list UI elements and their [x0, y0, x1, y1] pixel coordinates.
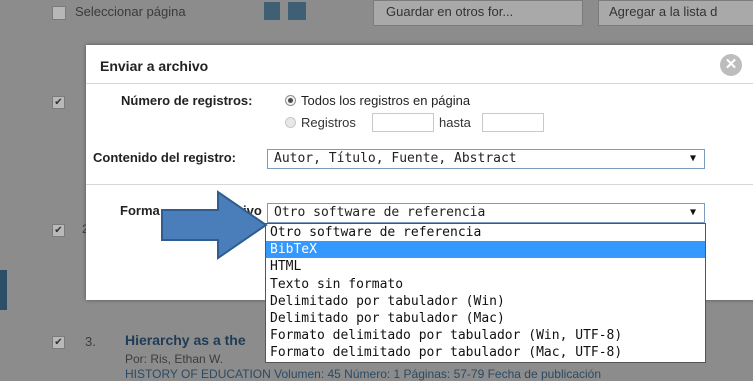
range-to-input[interactable]	[482, 113, 544, 132]
records-label: Número de registros:	[121, 93, 253, 108]
divider	[86, 184, 753, 185]
record-source[interactable]: HISTORY OF EDUCATION Volumen: 45 Número:…	[125, 367, 601, 381]
record-checkbox-3[interactable]: ✔	[52, 336, 65, 349]
record-number: 3.	[85, 334, 96, 349]
save-to-other-formats-button[interactable]: Guardar en otros for...	[373, 0, 583, 26]
radio-record-range[interactable]	[285, 117, 296, 128]
format-option[interactable]: Delimitado por tabulador (Mac)	[266, 310, 705, 327]
dropdown-arrow-icon: ▼	[689, 153, 696, 164]
format-option[interactable]: Formato delimitado por tabulador (Win, U…	[266, 327, 705, 344]
results-toolbar: Seleccionar página Guardar en otros for.…	[0, 0, 753, 30]
radio-all-records[interactable]	[285, 95, 296, 106]
range-from-input[interactable]	[372, 113, 434, 132]
print-icon[interactable]	[264, 2, 280, 20]
record-title-link[interactable]: Hierarchy as a the	[125, 332, 246, 348]
annotation-arrow-icon	[161, 190, 268, 260]
format-option[interactable]: HTML	[266, 258, 705, 275]
format-option-selected[interactable]: BibTeX	[266, 241, 705, 259]
format-option[interactable]: Delimitado por tabulador (Win)	[266, 293, 705, 310]
content-select[interactable]: Autor, Título, Fuente, Abstract ▼	[267, 149, 705, 169]
select-page-checkbox[interactable]	[52, 6, 66, 20]
content-select-value: Autor, Título, Fuente, Abstract	[274, 151, 517, 166]
content-label: Contenido del registro:	[93, 150, 236, 165]
format-dropdown-list[interactable]: Otro software de referencia BibTeX HTML …	[265, 223, 706, 363]
record-checkbox-1[interactable]: ✔	[52, 96, 65, 109]
select-page-label: Seleccionar página	[75, 4, 186, 19]
option-all-records: Todos los registros en página	[301, 93, 471, 108]
dropdown-arrow-icon: ▼	[689, 207, 696, 218]
format-select[interactable]: Otro software de referencia ▼	[267, 203, 705, 223]
format-option[interactable]: Texto sin formato	[266, 276, 705, 293]
range-to-label: hasta	[439, 115, 471, 130]
format-select-value: Otro software de referencia	[274, 205, 486, 220]
add-to-list-button[interactable]: Agregar a la lista d	[598, 0, 753, 26]
email-icon[interactable]	[288, 2, 306, 20]
option-record-range: Registros	[301, 115, 356, 130]
format-option[interactable]: Otro software de referencia	[266, 224, 705, 241]
dialog-title: Enviar a archivo	[100, 58, 209, 74]
close-icon[interactable]: ✕	[720, 54, 742, 76]
divider	[86, 83, 753, 84]
record-author: Por: Ris, Ethan W.	[125, 352, 224, 366]
format-option[interactable]: Formato delimitado por tabulador (Mac, U…	[266, 344, 705, 361]
left-accent-bar	[0, 270, 7, 310]
format-label: Forma	[120, 203, 160, 218]
record-checkbox-2[interactable]: ✔	[52, 224, 65, 237]
